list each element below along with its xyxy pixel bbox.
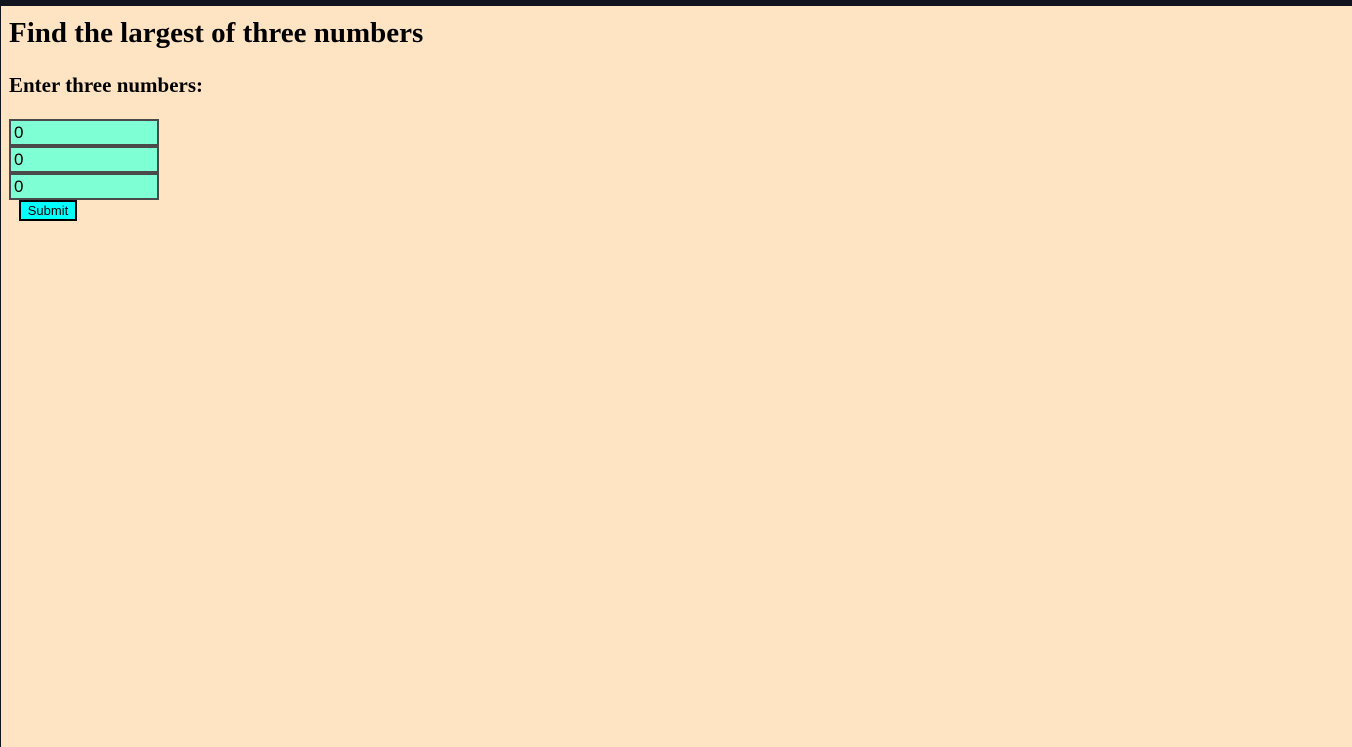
page-title: Find the largest of three numbers (9, 17, 424, 49)
page-body: Find the largest of three numbers Enter … (1, 6, 1352, 747)
number-input-3[interactable] (9, 173, 159, 200)
number-input-1[interactable] (9, 119, 159, 146)
submit-button[interactable]: Submit (19, 200, 77, 221)
number-input-2[interactable] (9, 146, 159, 173)
instructions-heading: Enter three numbers: (9, 73, 204, 97)
